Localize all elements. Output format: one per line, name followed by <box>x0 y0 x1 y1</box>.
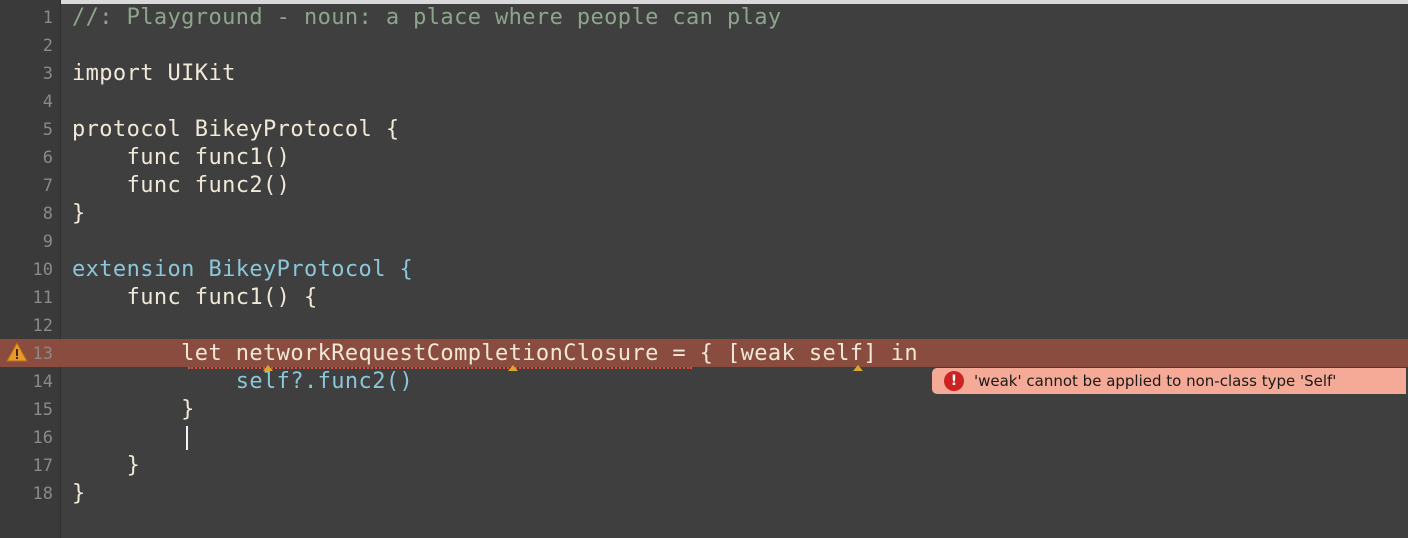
line-number: 18 <box>32 484 53 504</box>
line-number: 16 <box>32 428 53 448</box>
error-message: 'weak' cannot be applied to non-class ty… <box>974 372 1337 390</box>
code-line[interactable]: func func1() <box>72 144 290 172</box>
line-number: 9 <box>42 232 53 252</box>
fixit-caret-icon <box>263 365 273 371</box>
code-line-extension[interactable]: extension BikeyProtocol { <box>72 256 413 284</box>
line-number: 1 <box>42 8 53 28</box>
code-line[interactable]: } <box>72 452 140 480</box>
line-number: 14 <box>32 372 53 392</box>
text-cursor <box>186 426 188 450</box>
exclamation-circle-icon: ! <box>944 371 964 391</box>
line-number: 7 <box>42 176 53 196</box>
error-message-bubble[interactable]: ! 'weak' cannot be applied to non-class … <box>932 368 1406 394</box>
code-line-import[interactable]: import UIKit <box>72 60 236 88</box>
fixit-caret-icon <box>508 365 518 371</box>
code-editor[interactable]: 1 2 3 4 5 6 7 8 9 10 11 12 13 14 15 16 1… <box>0 0 1408 538</box>
code-line[interactable]: func func1() { <box>72 284 318 312</box>
line-number: 10 <box>32 260 53 280</box>
code-line[interactable]: } <box>72 396 195 424</box>
code-line[interactable]: } <box>72 200 86 228</box>
line-number: 8 <box>42 204 53 224</box>
line-number: 3 <box>42 64 53 84</box>
line-number: 12 <box>32 316 53 336</box>
line-number: 5 <box>42 120 53 140</box>
line-number: 2 <box>42 36 53 56</box>
line-number: 17 <box>32 456 53 476</box>
line-number: 11 <box>32 288 53 308</box>
code-line[interactable]: func func2() <box>72 172 290 200</box>
line-number: 4 <box>42 92 53 112</box>
line-number: 15 <box>32 400 53 420</box>
code-line-comment[interactable]: //: Playground - noun: a place where peo… <box>72 4 782 32</box>
warning-triangle-icon[interactable] <box>6 342 28 362</box>
fixit-caret-icon <box>853 365 863 371</box>
code-line[interactable]: } <box>72 480 86 508</box>
code-line[interactable]: self?.func2() <box>72 368 413 396</box>
code-line-protocol[interactable]: protocol BikeyProtocol { <box>72 116 399 144</box>
line-number: 6 <box>42 148 53 168</box>
